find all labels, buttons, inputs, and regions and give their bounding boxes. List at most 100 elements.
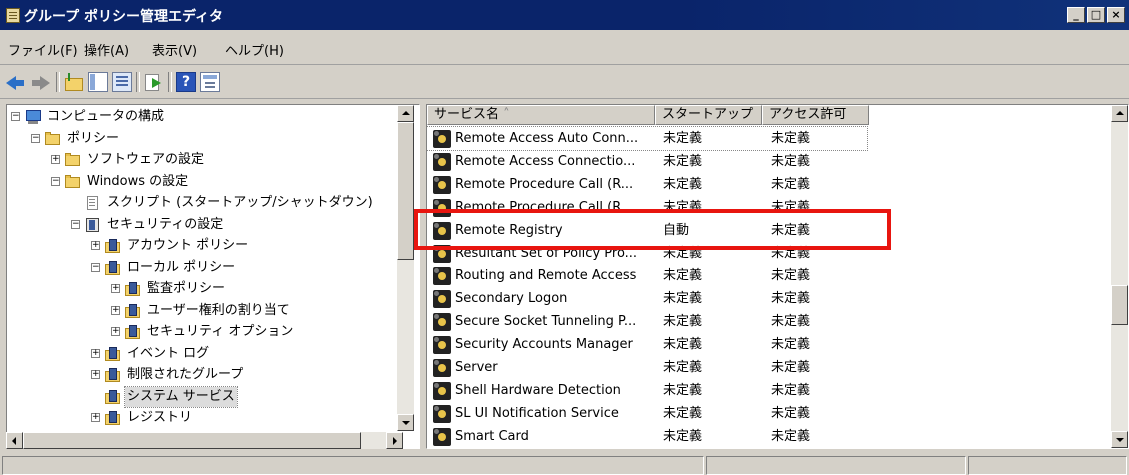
- tree-item[interactable]: + 制限されたグループ: [7, 365, 395, 385]
- tree-item[interactable]: スクリプト (スタートアップ/シャットダウン): [7, 193, 395, 213]
- expand-icon[interactable]: +: [91, 241, 100, 250]
- back-arrow-icon[interactable]: [6, 72, 26, 92]
- tree-item[interactable]: + ユーザー権利の割り当て: [7, 301, 395, 321]
- service-permission: 未定義: [771, 314, 811, 330]
- forward-arrow-icon[interactable]: [30, 72, 50, 92]
- expand-icon[interactable]: +: [111, 284, 120, 293]
- tree-item[interactable]: − セキュリティの設定: [7, 215, 395, 235]
- tree-item-label: ユーザー権利の割り当て: [147, 302, 290, 318]
- service-row[interactable]: SL UI Notification Service 未定義 未定義: [427, 402, 1111, 425]
- expand-icon[interactable]: +: [111, 327, 120, 336]
- service-permission: 未定義: [771, 382, 811, 398]
- service-row[interactable]: Remote Procedure Call (R... 未定義 未定義: [427, 173, 1111, 196]
- service-startup: 未定義: [663, 405, 703, 421]
- title-bar[interactable]: グループ ポリシー管理エディタ _ □ ×: [0, 0, 1129, 30]
- scroll-thumb[interactable]: [23, 432, 361, 449]
- highlight-box: [414, 209, 891, 250]
- help-icon[interactable]: ?: [176, 72, 196, 92]
- service-gear-icon: [433, 359, 451, 377]
- service-gear-icon: [433, 313, 451, 332]
- service-startup: 未定義: [663, 131, 703, 146]
- menu-view[interactable]: 表示(V): [152, 40, 197, 59]
- tree-item[interactable]: + 監査ポリシー: [7, 279, 395, 299]
- tree-item-label: イベント ログ: [127, 345, 210, 361]
- security-folder-icon: [105, 260, 121, 276]
- tree-item[interactable]: + セキュリティ オプション: [7, 322, 395, 342]
- service-name: SL UI Notification Service: [455, 405, 619, 421]
- tree-item[interactable]: システム サービス: [7, 385, 395, 408]
- security-folder-icon: [125, 281, 141, 297]
- service-startup: 未定義: [663, 337, 703, 353]
- service-row[interactable]: Secondary Logon 未定義 未定義: [427, 287, 1111, 310]
- folder-icon: [65, 174, 81, 190]
- expand-icon[interactable]: +: [51, 155, 60, 164]
- tree-item-label: レジストリ: [127, 410, 193, 425]
- service-row[interactable]: Routing and Remote Access 未定義 未定義: [427, 264, 1111, 287]
- show-hide-tree-icon[interactable]: [88, 72, 108, 92]
- close-button[interactable]: ×: [1107, 7, 1125, 23]
- tree-item-label: アカウント ポリシー: [127, 238, 249, 253]
- service-gear-icon: [433, 404, 451, 423]
- service-permission: 未定義: [771, 428, 811, 444]
- menu-file[interactable]: ファイル(F): [8, 40, 78, 59]
- scroll-thumb[interactable]: [397, 122, 414, 260]
- column-header-startup[interactable]: スタートアップ: [655, 105, 762, 125]
- service-permission: 未定義: [771, 268, 811, 284]
- scroll-left-button[interactable]: [6, 432, 23, 449]
- scroll-up-button[interactable]: [397, 105, 414, 122]
- service-permission: 未定義: [771, 176, 811, 192]
- service-row[interactable]: Remote Access Connectio... 未定義 未定義: [427, 150, 1111, 173]
- security-folder-icon: [125, 324, 141, 340]
- scroll-up-button[interactable]: [1111, 105, 1128, 122]
- service-name: Security Accounts Manager: [455, 337, 633, 353]
- tree-item[interactable]: + レジストリ: [7, 408, 395, 428]
- tree-item[interactable]: − ポリシー: [7, 129, 395, 149]
- properties-icon[interactable]: [200, 72, 220, 92]
- expand-icon[interactable]: +: [91, 348, 100, 358]
- up-level-icon[interactable]: [64, 72, 84, 92]
- list-view-icon[interactable]: [112, 72, 132, 92]
- collapse-icon[interactable]: −: [51, 176, 60, 186]
- menu-action[interactable]: 操作(A): [84, 40, 129, 59]
- service-startup: 未定義: [663, 176, 703, 192]
- expand-icon[interactable]: +: [111, 305, 120, 315]
- service-permission: 未定義: [771, 360, 811, 375]
- service-row[interactable]: Remote Access Auto Conn... 未定義 未定義: [427, 126, 868, 151]
- expand-icon[interactable]: +: [91, 413, 100, 422]
- computer-icon: [25, 109, 41, 125]
- list-vertical-scrollbar[interactable]: [1111, 105, 1128, 448]
- service-row[interactable]: Server 未定義 未定義: [427, 356, 1111, 379]
- menu-help[interactable]: ヘルプ(H): [225, 40, 284, 59]
- column-header-service-name[interactable]: サービス名 ˄: [427, 105, 655, 125]
- service-row[interactable]: Smart Card 未定義 未定義: [427, 425, 1111, 448]
- maximize-button[interactable]: □: [1087, 7, 1105, 23]
- scroll-down-button[interactable]: [397, 414, 414, 431]
- tree-horizontal-scrollbar[interactable]: [6, 432, 403, 449]
- tree-item[interactable]: + アカウント ポリシー: [7, 236, 395, 256]
- tree-item[interactable]: − Windows の設定: [7, 172, 395, 192]
- collapse-icon[interactable]: −: [71, 219, 80, 229]
- expand-icon[interactable]: +: [91, 370, 100, 379]
- collapse-icon[interactable]: −: [11, 112, 20, 121]
- service-row[interactable]: Shell Hardware Detection 未定義 未定義: [427, 379, 1111, 402]
- service-row[interactable]: Security Accounts Manager 未定義 未定義: [427, 333, 1111, 356]
- service-startup: 未定義: [663, 314, 703, 330]
- service-name: Shell Hardware Detection: [455, 382, 621, 398]
- export-list-icon[interactable]: [144, 72, 164, 92]
- scroll-right-button[interactable]: [386, 432, 403, 449]
- tree-item[interactable]: + イベント ログ: [7, 344, 395, 364]
- collapse-icon[interactable]: −: [31, 133, 40, 143]
- tree-item-label: システム サービス: [124, 385, 238, 408]
- service-startup: 未定義: [663, 268, 703, 284]
- service-row[interactable]: Secure Socket Tunneling P... 未定義 未定義: [427, 310, 1111, 333]
- scroll-thumb[interactable]: [1111, 285, 1128, 325]
- minimize-button[interactable]: _: [1067, 7, 1085, 23]
- tree-item[interactable]: + ソフトウェアの設定: [7, 150, 395, 170]
- tree-item[interactable]: − コンピュータの構成: [7, 107, 395, 127]
- collapse-icon[interactable]: −: [91, 262, 100, 272]
- service-name: Secure Socket Tunneling P...: [455, 314, 637, 330]
- column-header-permission[interactable]: アクセス許可: [762, 105, 869, 125]
- tree-item[interactable]: − ローカル ポリシー: [7, 258, 395, 278]
- tree-vertical-scrollbar[interactable]: [397, 105, 414, 431]
- scroll-down-button[interactable]: [1111, 431, 1128, 448]
